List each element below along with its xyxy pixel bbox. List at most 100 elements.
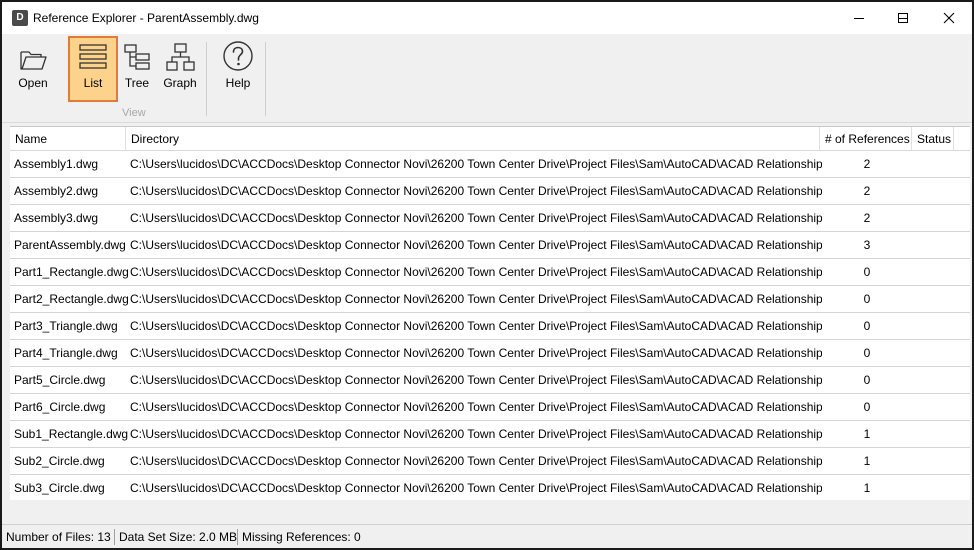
cell-references: 0 xyxy=(863,292,871,306)
help-label: Help xyxy=(225,76,251,90)
column-header-status[interactable]: Status xyxy=(912,127,954,151)
cell-references: 2 xyxy=(863,157,871,171)
column-header-references[interactable]: # of References xyxy=(820,127,912,151)
list-view-button[interactable]: List xyxy=(68,36,118,102)
cell-status xyxy=(912,286,970,312)
cell-name: Part2_Rectangle.dwg xyxy=(14,292,129,306)
table-row[interactable]: Assembly3.dwg C:\Users\lucidos\DC\ACCDocs… xyxy=(10,205,970,232)
folder-open-icon xyxy=(20,51,47,70)
cell-references: 1 xyxy=(863,454,871,468)
cell-references: 0 xyxy=(863,265,871,279)
cell-name: Sub2_Circle.dwg xyxy=(14,454,105,468)
title-bar: D Reference Explorer - ParentAssembly.dw… xyxy=(2,2,972,34)
column-header-name[interactable]: Name xyxy=(10,127,126,151)
cell-name: Assembly2.dwg xyxy=(14,184,99,198)
cell-directory: C:\Users\lucidos\DC\ACCDocs\Desktop Conn… xyxy=(130,238,822,252)
cell-references: 1 xyxy=(863,481,871,495)
cell-name: Sub3_Circle.dwg xyxy=(14,481,105,495)
cell-references: 2 xyxy=(863,184,871,198)
list-icon xyxy=(79,44,107,69)
cell-name: Assembly3.dwg xyxy=(14,211,99,225)
cell-status xyxy=(912,313,970,339)
cell-directory: C:\Users\lucidos\DC\ACCDocs\Desktop Conn… xyxy=(130,265,822,279)
open-button[interactable]: Open xyxy=(12,38,54,102)
cell-status xyxy=(912,421,970,447)
table-row[interactable]: ParentAssembly.dwg C:\Users\lucidos\DC\AC… xyxy=(10,232,970,259)
missing-references: Missing References: 0 xyxy=(242,530,361,544)
table-row[interactable]: Part5_Circle.dwg C:\Users\lucidos\DC\ACCD… xyxy=(10,367,970,394)
table-row[interactable]: Sub3_Circle.dwg C:\Users\lucidos\DC\ACCDo… xyxy=(10,475,970,500)
cell-directory: C:\Users\lucidos\DC\ACCDocs\Desktop Conn… xyxy=(130,454,822,468)
close-button[interactable] xyxy=(926,2,972,34)
minimize-button-real[interactable] xyxy=(836,2,882,34)
status-separator xyxy=(114,529,115,545)
cell-status xyxy=(912,232,970,258)
tree-label: Tree xyxy=(124,76,150,90)
cell-references: 0 xyxy=(863,346,871,360)
cell-status xyxy=(912,259,970,285)
help-icon xyxy=(223,41,253,71)
table-row[interactable]: Sub2_Circle.dwg C:\Users\lucidos\DC\ACCDo… xyxy=(10,448,970,475)
column-header-directory[interactable]: Directory xyxy=(126,127,820,151)
data-set-size: Data Set Size: 2.0 MB xyxy=(119,530,238,544)
cell-status xyxy=(912,448,970,474)
ribbon-separator-end xyxy=(265,42,266,116)
help-button[interactable]: Help xyxy=(218,38,258,102)
list-label: List xyxy=(83,76,103,90)
tree-view-button[interactable]: Tree xyxy=(120,38,154,102)
cell-name: ParentAssembly.dwg xyxy=(14,238,126,252)
cell-directory: C:\Users\lucidos\DC\ACCDocs\Desktop Conn… xyxy=(130,400,822,414)
cell-status xyxy=(912,394,970,420)
cell-references: 1 xyxy=(863,427,871,441)
table-row[interactable]: Part2_Rectangle.dwg C:\Users\lucidos\DC\A… xyxy=(10,286,970,313)
cell-references: 0 xyxy=(863,373,871,387)
table-row[interactable]: Part4_Triangle.dwg C:\Users\lucidos\DC\AC… xyxy=(10,340,970,367)
table-row[interactable]: Part6_Circle.dwg C:\Users\lucidos\DC\ACCD… xyxy=(10,394,970,421)
cell-directory: C:\Users\lucidos\DC\ACCDocs\Desktop Conn… xyxy=(130,157,822,171)
tree-icon xyxy=(124,44,150,70)
maximize-button[interactable] xyxy=(880,2,926,34)
cell-directory: C:\Users\lucidos\DC\ACCDocs\Desktop Conn… xyxy=(130,346,822,360)
table-row[interactable]: Part3_Triangle.dwg C:\Users\lucidos\DC\AC… xyxy=(10,313,970,340)
status-bar: Number of Files: 13 Data Set Size: 2.0 M… xyxy=(2,524,972,548)
app-icon: D xyxy=(12,10,28,26)
cell-directory: C:\Users\lucidos\DC\ACCDocs\Desktop Conn… xyxy=(130,373,822,387)
table-row[interactable]: Assembly1.dwg C:\Users\lucidos\DC\ACCDocs… xyxy=(10,151,970,178)
cell-directory: C:\Users\lucidos\DC\ACCDocs\Desktop Conn… xyxy=(130,319,822,333)
cell-directory: C:\Users\lucidos\DC\ACCDocs\Desktop Conn… xyxy=(130,292,822,306)
status-separator xyxy=(237,529,238,545)
cell-references: 0 xyxy=(863,319,871,333)
cell-directory: C:\Users\lucidos\DC\ACCDocs\Desktop Conn… xyxy=(130,211,822,225)
cell-directory: C:\Users\lucidos\DC\ACCDocs\Desktop Conn… xyxy=(130,427,822,441)
cell-directory: C:\Users\lucidos\DC\ACCDocs\Desktop Conn… xyxy=(130,184,822,198)
cell-status xyxy=(912,367,970,393)
cell-name: Part6_Circle.dwg xyxy=(14,400,106,414)
table-row[interactable]: Sub1_Rectangle.dwg C:\Users\lucidos\DC\AC… xyxy=(10,421,970,448)
maximize-icon xyxy=(898,13,908,23)
window-title: Reference Explorer - ParentAssembly.dwg xyxy=(33,11,259,25)
cell-status xyxy=(912,151,970,177)
view-group-label: View xyxy=(122,107,146,119)
ribbon-separator xyxy=(206,42,207,116)
cell-status xyxy=(912,178,970,204)
cell-references: 2 xyxy=(863,211,871,225)
open-label: Open xyxy=(18,76,48,90)
ribbon: Open List Tree Graph Help View xyxy=(2,34,972,123)
cell-name: Assembly1.dwg xyxy=(14,157,99,171)
close-icon xyxy=(943,12,955,24)
cell-status xyxy=(912,340,970,366)
cell-name: Part3_Triangle.dwg xyxy=(14,319,118,333)
graph-icon xyxy=(166,43,195,71)
cell-references: 3 xyxy=(863,238,871,252)
cell-status xyxy=(912,205,970,231)
table-row[interactable]: Assembly2.dwg C:\Users\lucidos\DC\ACCDocs… xyxy=(10,178,970,205)
reference-explorer-window: D Reference Explorer - ParentAssembly.dw… xyxy=(0,0,974,550)
minimize-glyph-icon xyxy=(854,18,864,19)
cell-name: Part4_Triangle.dwg xyxy=(14,346,118,360)
file-count: Number of Files: 13 xyxy=(6,530,111,544)
table-row[interactable]: Part1_Rectangle.dwg C:\Users\lucidos\DC\A… xyxy=(10,259,970,286)
references-table: Name Directory # of References Status As… xyxy=(10,126,970,500)
cell-name: Sub1_Rectangle.dwg xyxy=(14,427,129,441)
cell-status xyxy=(912,475,970,500)
graph-view-button[interactable]: Graph xyxy=(160,38,200,102)
